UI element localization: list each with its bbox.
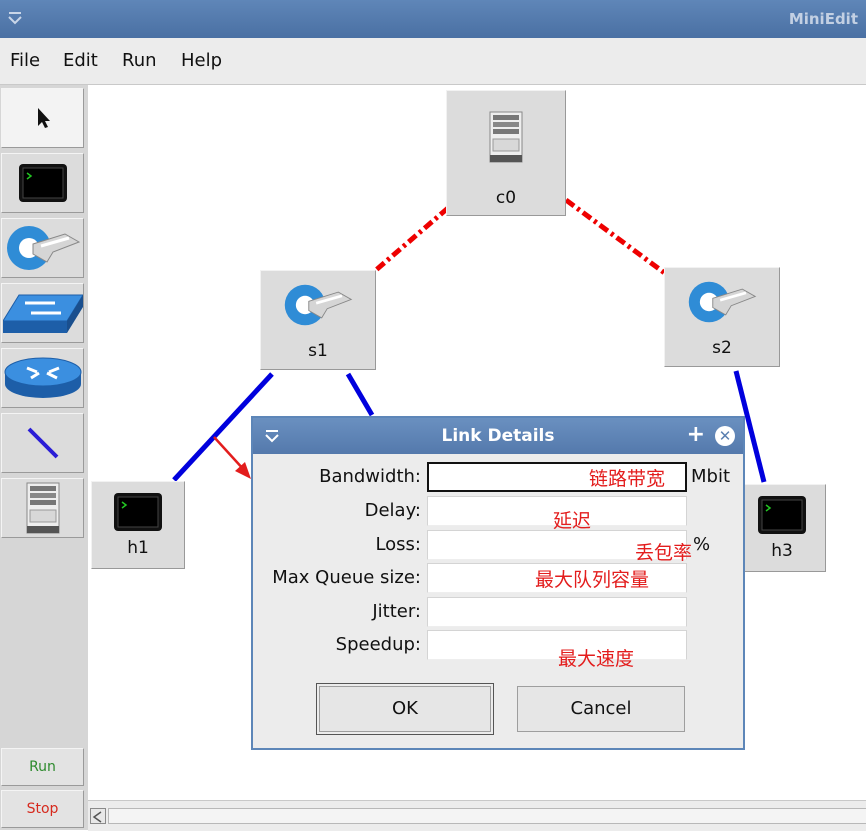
- field-row-loss: Loss: % 丢包率: [253, 530, 743, 564]
- field-row-bandwidth: Bandwidth: Mbit 链路带宽: [253, 462, 743, 492]
- menu-edit[interactable]: Edit: [63, 50, 98, 71]
- controller-switch-icon: [284, 284, 353, 326]
- link-tool-button[interactable]: [1, 413, 84, 473]
- controller-switch-icon: [6, 226, 80, 270]
- dialog-titlebar[interactable]: Link Details + ✕: [253, 418, 743, 454]
- select-arrow-icon: [37, 108, 50, 128]
- scroll-left-icon: [92, 811, 102, 823]
- select-tool-button[interactable]: [1, 88, 84, 148]
- jitter-input[interactable]: [427, 597, 687, 627]
- cancel-button[interactable]: Cancel: [517, 686, 685, 732]
- node-c0[interactable]: c0: [446, 90, 566, 216]
- node-label-c0: c0: [495, 188, 517, 208]
- host-tool-button[interactable]: [1, 153, 84, 213]
- scroll-track[interactable]: [108, 808, 866, 824]
- speedup-input[interactable]: [427, 630, 687, 660]
- canvas-horizontal-scrollbar[interactable]: [88, 800, 866, 831]
- menu-file[interactable]: File: [10, 50, 40, 71]
- server-controller-icon: [489, 111, 523, 163]
- link-details-dialog: Link Details + ✕ Bandwidth: Mbit 链路带宽 De…: [251, 416, 745, 750]
- menu-run[interactable]: Run: [122, 50, 157, 71]
- stop-button[interactable]: Stop: [1, 790, 84, 828]
- scroll-left-button[interactable]: [90, 808, 106, 824]
- field-row-jitter: Jitter:: [253, 597, 743, 627]
- loss-label: Loss:: [375, 534, 421, 555]
- node-label-s1: s1: [308, 341, 328, 361]
- bandwidth-label: Bandwidth:: [319, 466, 421, 487]
- loss-unit: %: [693, 534, 711, 555]
- tool-palette: Run Stop: [0, 85, 88, 830]
- loss-input[interactable]: [427, 530, 687, 560]
- delay-input[interactable]: [427, 496, 687, 526]
- menu-help[interactable]: Help: [181, 50, 222, 71]
- controller-switch-icon: [688, 281, 757, 323]
- server-controller-icon: [26, 482, 59, 534]
- host-terminal-icon: [114, 493, 162, 531]
- max-queue-label: Max Queue size:: [272, 567, 421, 588]
- link-s1-dialog[interactable]: [345, 372, 375, 417]
- field-row-delay: Delay: 延迟: [253, 496, 743, 532]
- run-button[interactable]: Run: [1, 748, 84, 786]
- node-s1[interactable]: s1: [260, 270, 376, 370]
- jitter-label: Jitter:: [372, 601, 421, 622]
- bandwidth-unit: Mbit: [691, 466, 731, 487]
- node-h1[interactable]: h1: [91, 481, 185, 569]
- window-titlebar: MiniEdit: [0, 0, 866, 38]
- annotation-arrow-shaft: [213, 436, 246, 472]
- node-label-h3: h3: [771, 541, 793, 561]
- host-terminal-icon: [758, 496, 806, 534]
- field-row-max-queue: Max Queue size: 最大队列容量: [253, 563, 743, 593]
- link-c0-s2[interactable]: [564, 197, 668, 277]
- field-row-speedup: Speedup: 最大速度: [253, 630, 743, 670]
- node-label-s2: s2: [712, 338, 732, 358]
- node-s2[interactable]: s2: [664, 267, 780, 367]
- link-line-icon: [27, 427, 58, 459]
- switch-tool-button[interactable]: [1, 218, 84, 278]
- maximize-icon[interactable]: +: [687, 423, 705, 447]
- legacy-switch-icon: [2, 294, 83, 333]
- annotation-arrow-head: [235, 462, 251, 479]
- menu-bar: File Edit Run Help: [0, 38, 866, 85]
- bandwidth-input[interactable]: [427, 462, 687, 492]
- router-icon: [4, 357, 81, 398]
- delay-label: Delay:: [364, 500, 421, 521]
- max-queue-input[interactable]: [427, 563, 687, 593]
- dialog-title: Link Details: [441, 426, 555, 446]
- speedup-label: Speedup:: [335, 634, 421, 655]
- router-tool-button[interactable]: [1, 348, 84, 408]
- host-terminal-icon: [18, 164, 67, 202]
- controller-tool-button[interactable]: [1, 478, 84, 538]
- node-label-h1: h1: [127, 538, 149, 558]
- legacy-switch-tool-button[interactable]: [1, 283, 84, 343]
- close-icon[interactable]: ✕: [715, 426, 735, 446]
- window-menu-icon[interactable]: [6, 9, 24, 27]
- node-h3[interactable]: h3: [738, 484, 826, 572]
- ok-button[interactable]: OK: [316, 683, 494, 735]
- window-title: MiniEdit: [788, 10, 858, 28]
- link-c0-s1[interactable]: [374, 206, 450, 272]
